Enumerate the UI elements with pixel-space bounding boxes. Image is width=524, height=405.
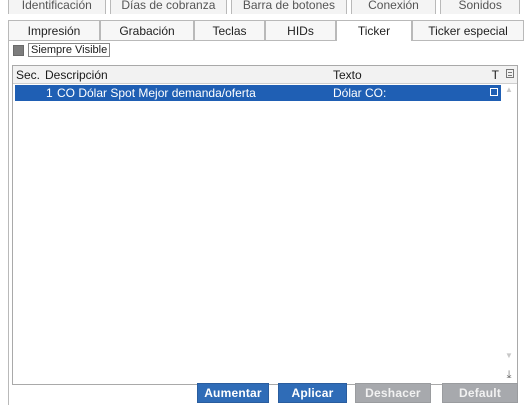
tab-hids[interactable]: HIDs [265,20,336,41]
column-header-sec[interactable]: Sec. [16,68,40,82]
tab-identificacion[interactable]: Identificación [8,0,106,14]
siempre-visible-option[interactable]: Siempre Visible [13,43,111,57]
cell-texto: Dólar CO: [333,86,387,100]
tab-barra-de-botones[interactable]: Barra de botones [231,0,347,14]
scroll-up-arrow-icon[interactable]: ▲ [505,85,513,94]
tab-ticker[interactable]: Ticker [336,20,412,42]
cell-descripcion: CO Dólar Spot Mejor demanda/oferta [57,86,256,100]
button-bar: Aumentar Aplicar Deshacer Default [9,383,524,405]
column-menu-icon[interactable] [506,69,514,78]
tab-dias-de-cobranza[interactable]: Días de cobranza [109,0,228,14]
cell-sec: 1 [46,86,53,100]
aumentar-button[interactable]: Aumentar [197,383,269,403]
column-header-texto[interactable]: Texto [333,68,362,82]
siempre-visible-checkbox[interactable] [13,44,24,56]
scroll-down-arrow-icon[interactable]: ▼ [505,351,513,360]
aplicar-button[interactable]: Aplicar [278,383,347,403]
tab-row-front: Impresión Grabación Teclas HIDs Ticker T… [8,20,524,42]
scroll-end-icon[interactable]: ⤓ [503,368,515,382]
cell-t-checkbox[interactable] [490,88,498,96]
tab-conexion[interactable]: Conexión [350,0,437,14]
column-header-t[interactable]: T [492,68,499,82]
tab-ticker-especial[interactable]: Ticker especial [412,20,524,41]
tab-grabacion[interactable]: Grabación [100,20,194,41]
default-button[interactable]: Default [442,383,518,403]
table-header: Sec. Descripción Texto T [13,66,517,84]
deshacer-button[interactable]: Deshacer [355,383,431,403]
table-row[interactable]: 1 CO Dólar Spot Mejor demanda/oferta Dól… [15,85,501,101]
siempre-visible-label[interactable]: Siempre Visible [28,43,111,57]
tab-sonidos[interactable]: Sonidos [440,0,521,14]
tab-impresion[interactable]: Impresión [8,20,100,41]
vertical-scrollbar[interactable]: ▲ ▼ [503,85,515,382]
column-header-descripcion[interactable]: Descripción [45,68,108,82]
ticker-table: Sec. Descripción Texto T 1 CO Dólar Spot… [12,65,518,385]
ticker-panel: Siempre Visible Sec. Descripción Texto T… [8,41,524,405]
tab-teclas[interactable]: Teclas [194,20,265,41]
tab-row-back: Identificación Días de cobranza Barra de… [8,0,524,14]
